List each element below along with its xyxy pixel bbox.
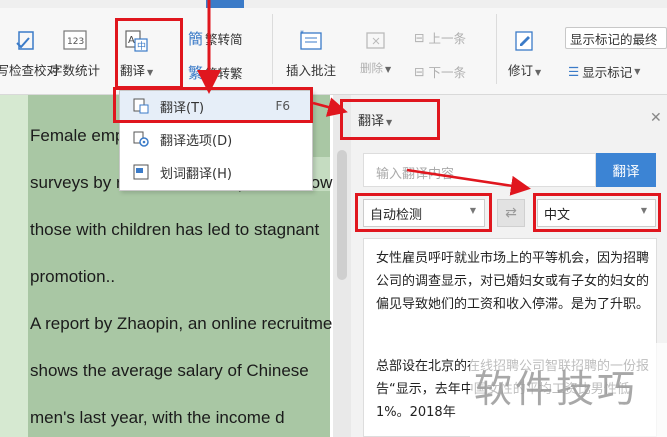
app-window: 拼写检查校对 123 字数统计 A中 翻译▼ 簡 繁转简 繁 简转繁: [0, 0, 667, 437]
active-tab-indicator: [206, 0, 244, 8]
arrow-diagonal: [406, 168, 531, 196]
arrow-right: [312, 97, 348, 117]
annotation-arrows: [197, 0, 531, 196]
